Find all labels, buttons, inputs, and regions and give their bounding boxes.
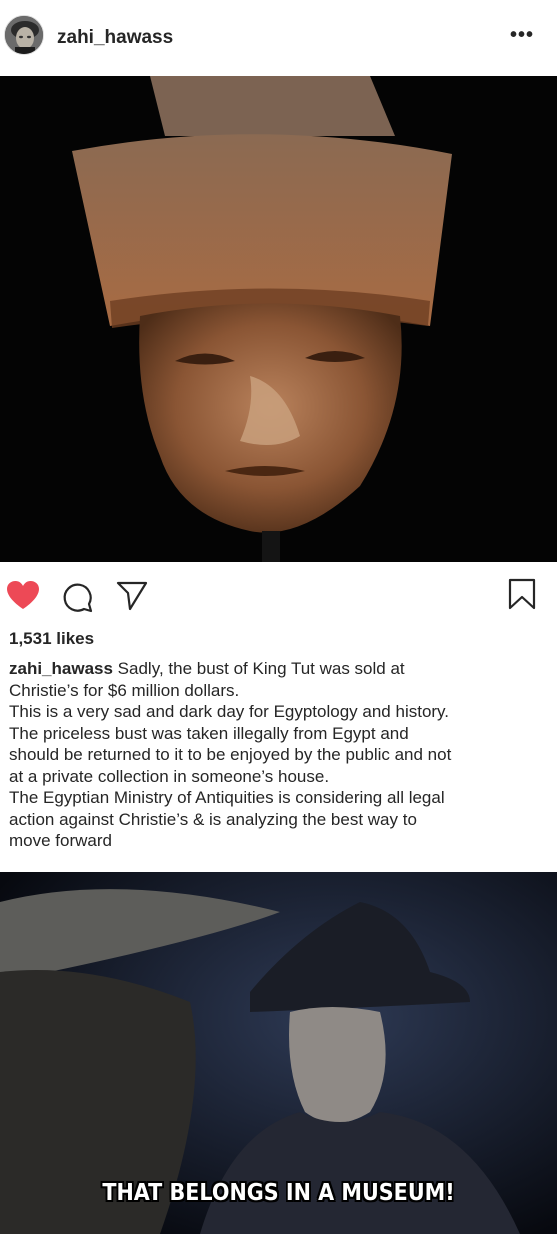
caption-line: action against Christie’s & is analyzing… [9,809,417,829]
caption-line: The Egyptian Ministry of Antiquities is … [9,788,445,807]
caption-line: The priceless bust was taken illegally f… [9,723,409,743]
caption-line: should be returned to it to be enjoyed b… [9,745,452,764]
post-image [0,76,557,562]
share-icon[interactable] [116,581,148,611]
likes-count[interactable]: 1,531 likes [9,629,94,649]
heart-icon[interactable] [6,580,40,610]
comment-icon[interactable] [62,582,94,614]
more-options-button[interactable]: ••• [510,24,534,47]
caption-username[interactable]: zahi_hawass [9,659,113,678]
caption-line: move forward [9,831,112,850]
caption-line: zahi_hawass Sadly, the bust of King Tut … [9,659,405,678]
meme-caption: THAT BELONGS IN A MUSEUM! [102,1180,455,1206]
caption-line: at a private collection in someone’s hou… [9,766,330,786]
post-caption: zahi_hawass Sadly, the bust of King Tut … [9,658,549,852]
avatar-image [5,16,43,54]
post-header: zahi_hawass ••• [0,0,557,76]
caption-line: This is a very sad and dark day for Egyp… [9,702,450,721]
post-action-bar [0,562,557,622]
king-tut-bust-image [0,76,557,562]
username-link[interactable]: zahi_hawass [57,27,173,49]
caption-line: Christie’s for $6 million dollars. [9,680,240,700]
avatar[interactable] [4,15,44,55]
bookmark-icon[interactable] [508,578,536,610]
